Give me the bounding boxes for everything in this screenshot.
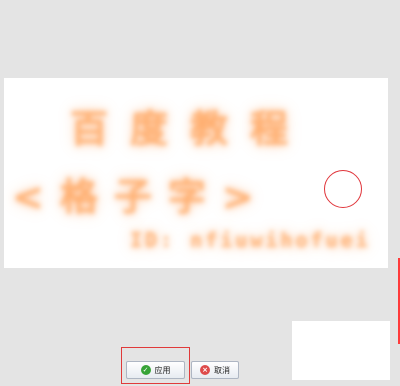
apply-button[interactable]: ✓ 应用 bbox=[126, 361, 185, 379]
cancel-button-label: 取消 bbox=[214, 365, 230, 375]
close-icon: × bbox=[200, 365, 210, 375]
preview-title-line: 百度教程 bbox=[70, 107, 311, 151]
check-icon: ✓ bbox=[140, 365, 151, 375]
text-effect-preview: 百度教程 <格子字> ID: nfiuwihofuei bbox=[4, 78, 388, 268]
apply-button-label: 应用 bbox=[154, 365, 171, 375]
thumbnail-preview-panel bbox=[292, 321, 390, 380]
red-circle-marker bbox=[324, 170, 362, 208]
preview-id-line: ID: nfiuwihofuei bbox=[130, 228, 371, 252]
preview-subtitle-line: <格子字> bbox=[12, 175, 270, 219]
cancel-button[interactable]: × 取消 bbox=[191, 361, 239, 379]
